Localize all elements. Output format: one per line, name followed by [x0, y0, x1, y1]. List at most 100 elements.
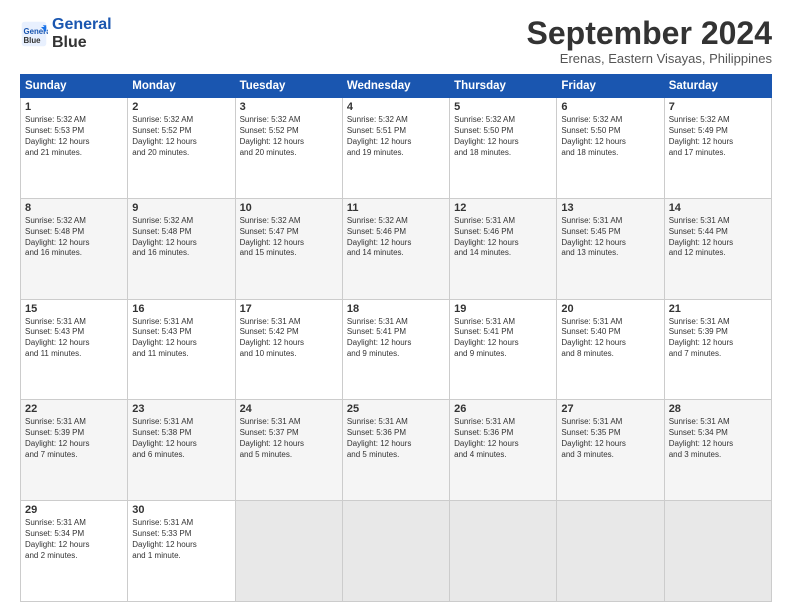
day-number: 19: [454, 303, 552, 315]
cell-info: Sunrise: 5:32 AM Sunset: 5:52 PM Dayligh…: [132, 115, 230, 158]
calendar-cell: 29 Sunrise: 5:31 AM Sunset: 5:34 PM Dayli…: [21, 501, 128, 602]
day-number: 22: [25, 403, 123, 415]
day-number: 6: [561, 101, 659, 113]
calendar-cell: 20 Sunrise: 5:31 AM Sunset: 5:40 PM Dayli…: [557, 299, 664, 400]
calendar-header-sunday: Sunday: [21, 75, 128, 98]
calendar-cell: 15 Sunrise: 5:31 AM Sunset: 5:43 PM Dayli…: [21, 299, 128, 400]
calendar-cell: [235, 501, 342, 602]
cell-info: Sunrise: 5:32 AM Sunset: 5:53 PM Dayligh…: [25, 115, 123, 158]
calendar-header-thursday: Thursday: [450, 75, 557, 98]
cell-info: Sunrise: 5:32 AM Sunset: 5:48 PM Dayligh…: [132, 216, 230, 259]
calendar-header-monday: Monday: [128, 75, 235, 98]
cell-info: Sunrise: 5:31 AM Sunset: 5:38 PM Dayligh…: [132, 417, 230, 460]
day-number: 2: [132, 101, 230, 113]
day-number: 25: [347, 403, 445, 415]
calendar-cell: 28Sunrise: 5:31 AM Sunset: 5:34 PM Dayli…: [664, 400, 771, 501]
day-number: 15: [25, 303, 123, 315]
cell-info: Sunrise: 5:32 AM Sunset: 5:47 PM Dayligh…: [240, 216, 338, 259]
calendar-header-saturday: Saturday: [664, 75, 771, 98]
calendar-cell: 16 Sunrise: 5:31 AM Sunset: 5:43 PM Dayli…: [128, 299, 235, 400]
calendar-cell: 4 Sunrise: 5:32 AM Sunset: 5:51 PM Daylig…: [342, 98, 449, 199]
cell-info: Sunrise: 5:32 AM Sunset: 5:48 PM Dayligh…: [25, 216, 123, 259]
calendar-cell: [664, 501, 771, 602]
cell-info: Sunrise: 5:31 AM Sunset: 5:46 PM Dayligh…: [454, 216, 552, 259]
cell-info: Sunrise: 5:31 AM Sunset: 5:35 PM Dayligh…: [561, 417, 659, 460]
logo: General Blue General Blue: [20, 16, 112, 51]
day-number: 30: [132, 504, 230, 516]
logo-icon: General Blue: [20, 20, 48, 48]
day-number: 27: [561, 403, 659, 415]
day-number: 14: [669, 202, 767, 214]
cell-info: Sunrise: 5:31 AM Sunset: 5:41 PM Dayligh…: [454, 317, 552, 360]
cell-info: Sunrise: 5:31 AM Sunset: 5:37 PM Dayligh…: [240, 417, 338, 460]
calendar-header-row: SundayMondayTuesdayWednesdayThursdayFrid…: [21, 75, 772, 98]
month-title: September 2024: [527, 16, 772, 51]
day-number: 1: [25, 101, 123, 113]
calendar-cell: 27 Sunrise: 5:31 AM Sunset: 5:35 PM Dayli…: [557, 400, 664, 501]
calendar-cell: 6 Sunrise: 5:32 AM Sunset: 5:50 PM Daylig…: [557, 98, 664, 199]
calendar-cell: 23 Sunrise: 5:31 AM Sunset: 5:38 PM Dayli…: [128, 400, 235, 501]
calendar-cell: 21Sunrise: 5:31 AM Sunset: 5:39 PM Dayli…: [664, 299, 771, 400]
calendar-table: SundayMondayTuesdayWednesdayThursdayFrid…: [20, 74, 772, 602]
day-number: 4: [347, 101, 445, 113]
day-number: 26: [454, 403, 552, 415]
calendar-cell: [342, 501, 449, 602]
cell-info: Sunrise: 5:32 AM Sunset: 5:52 PM Dayligh…: [240, 115, 338, 158]
calendar-cell: 1 Sunrise: 5:32 AM Sunset: 5:53 PM Daylig…: [21, 98, 128, 199]
day-number: 5: [454, 101, 552, 113]
cell-info: Sunrise: 5:31 AM Sunset: 5:42 PM Dayligh…: [240, 317, 338, 360]
cell-info: Sunrise: 5:31 AM Sunset: 5:40 PM Dayligh…: [561, 317, 659, 360]
cell-info: Sunrise: 5:31 AM Sunset: 5:33 PM Dayligh…: [132, 518, 230, 561]
calendar-cell: 14 Sunrise: 5:31 AM Sunset: 5:44 PM Dayli…: [664, 198, 771, 299]
day-number: 21: [669, 303, 767, 315]
calendar-cell: 9 Sunrise: 5:32 AM Sunset: 5:48 PM Daylig…: [128, 198, 235, 299]
day-number: 11: [347, 202, 445, 214]
calendar-cell: 10 Sunrise: 5:32 AM Sunset: 5:47 PM Dayli…: [235, 198, 342, 299]
day-number: 9: [132, 202, 230, 214]
calendar-cell: 30 Sunrise: 5:31 AM Sunset: 5:33 PM Dayli…: [128, 501, 235, 602]
cell-info: Sunrise: 5:31 AM Sunset: 5:34 PM Dayligh…: [25, 518, 123, 561]
cell-info: Sunrise: 5:31 AM Sunset: 5:45 PM Dayligh…: [561, 216, 659, 259]
calendar-week-2: 8 Sunrise: 5:32 AM Sunset: 5:48 PM Daylig…: [21, 198, 772, 299]
day-number: 23: [132, 403, 230, 415]
calendar-cell: 11 Sunrise: 5:32 AM Sunset: 5:46 PM Dayli…: [342, 198, 449, 299]
calendar-cell: 8 Sunrise: 5:32 AM Sunset: 5:48 PM Daylig…: [21, 198, 128, 299]
svg-text:Blue: Blue: [24, 35, 42, 44]
calendar-cell: 22 Sunrise: 5:31 AM Sunset: 5:39 PM Dayli…: [21, 400, 128, 501]
calendar-week-3: 15 Sunrise: 5:31 AM Sunset: 5:43 PM Dayli…: [21, 299, 772, 400]
cell-info: Sunrise: 5:32 AM Sunset: 5:49 PM Dayligh…: [669, 115, 767, 158]
day-number: 12: [454, 202, 552, 214]
day-number: 20: [561, 303, 659, 315]
calendar-header-wednesday: Wednesday: [342, 75, 449, 98]
page: General Blue General Blue September 2024…: [0, 0, 792, 612]
calendar-week-5: 29 Sunrise: 5:31 AM Sunset: 5:34 PM Dayli…: [21, 501, 772, 602]
location: Erenas, Eastern Visayas, Philippines: [527, 51, 772, 66]
day-number: 29: [25, 504, 123, 516]
cell-info: Sunrise: 5:32 AM Sunset: 5:46 PM Dayligh…: [347, 216, 445, 259]
calendar-cell: [557, 501, 664, 602]
cell-info: Sunrise: 5:31 AM Sunset: 5:39 PM Dayligh…: [25, 417, 123, 460]
cell-info: Sunrise: 5:31 AM Sunset: 5:36 PM Dayligh…: [347, 417, 445, 460]
calendar-cell: 26Sunrise: 5:31 AM Sunset: 5:36 PM Dayli…: [450, 400, 557, 501]
day-number: 13: [561, 202, 659, 214]
cell-info: Sunrise: 5:31 AM Sunset: 5:44 PM Dayligh…: [669, 216, 767, 259]
calendar-header-friday: Friday: [557, 75, 664, 98]
header: General Blue General Blue September 2024…: [20, 16, 772, 66]
logo-blue: Blue: [52, 34, 112, 52]
day-number: 16: [132, 303, 230, 315]
calendar-week-1: 1 Sunrise: 5:32 AM Sunset: 5:53 PM Daylig…: [21, 98, 772, 199]
calendar-cell: 19 Sunrise: 5:31 AM Sunset: 5:41 PM Dayli…: [450, 299, 557, 400]
cell-info: Sunrise: 5:32 AM Sunset: 5:51 PM Dayligh…: [347, 115, 445, 158]
cell-info: Sunrise: 5:31 AM Sunset: 5:43 PM Dayligh…: [25, 317, 123, 360]
calendar-cell: 2 Sunrise: 5:32 AM Sunset: 5:52 PM Daylig…: [128, 98, 235, 199]
logo-general: General: [52, 16, 112, 33]
day-number: 10: [240, 202, 338, 214]
cell-info: Sunrise: 5:32 AM Sunset: 5:50 PM Dayligh…: [561, 115, 659, 158]
calendar-cell: 17Sunrise: 5:31 AM Sunset: 5:42 PM Dayli…: [235, 299, 342, 400]
cell-info: Sunrise: 5:31 AM Sunset: 5:43 PM Dayligh…: [132, 317, 230, 360]
day-number: 28: [669, 403, 767, 415]
calendar-cell: 25 Sunrise: 5:31 AM Sunset: 5:36 PM Dayli…: [342, 400, 449, 501]
calendar-cell: 7 Sunrise: 5:32 AM Sunset: 5:49 PM Daylig…: [664, 98, 771, 199]
day-number: 8: [25, 202, 123, 214]
day-number: 7: [669, 101, 767, 113]
